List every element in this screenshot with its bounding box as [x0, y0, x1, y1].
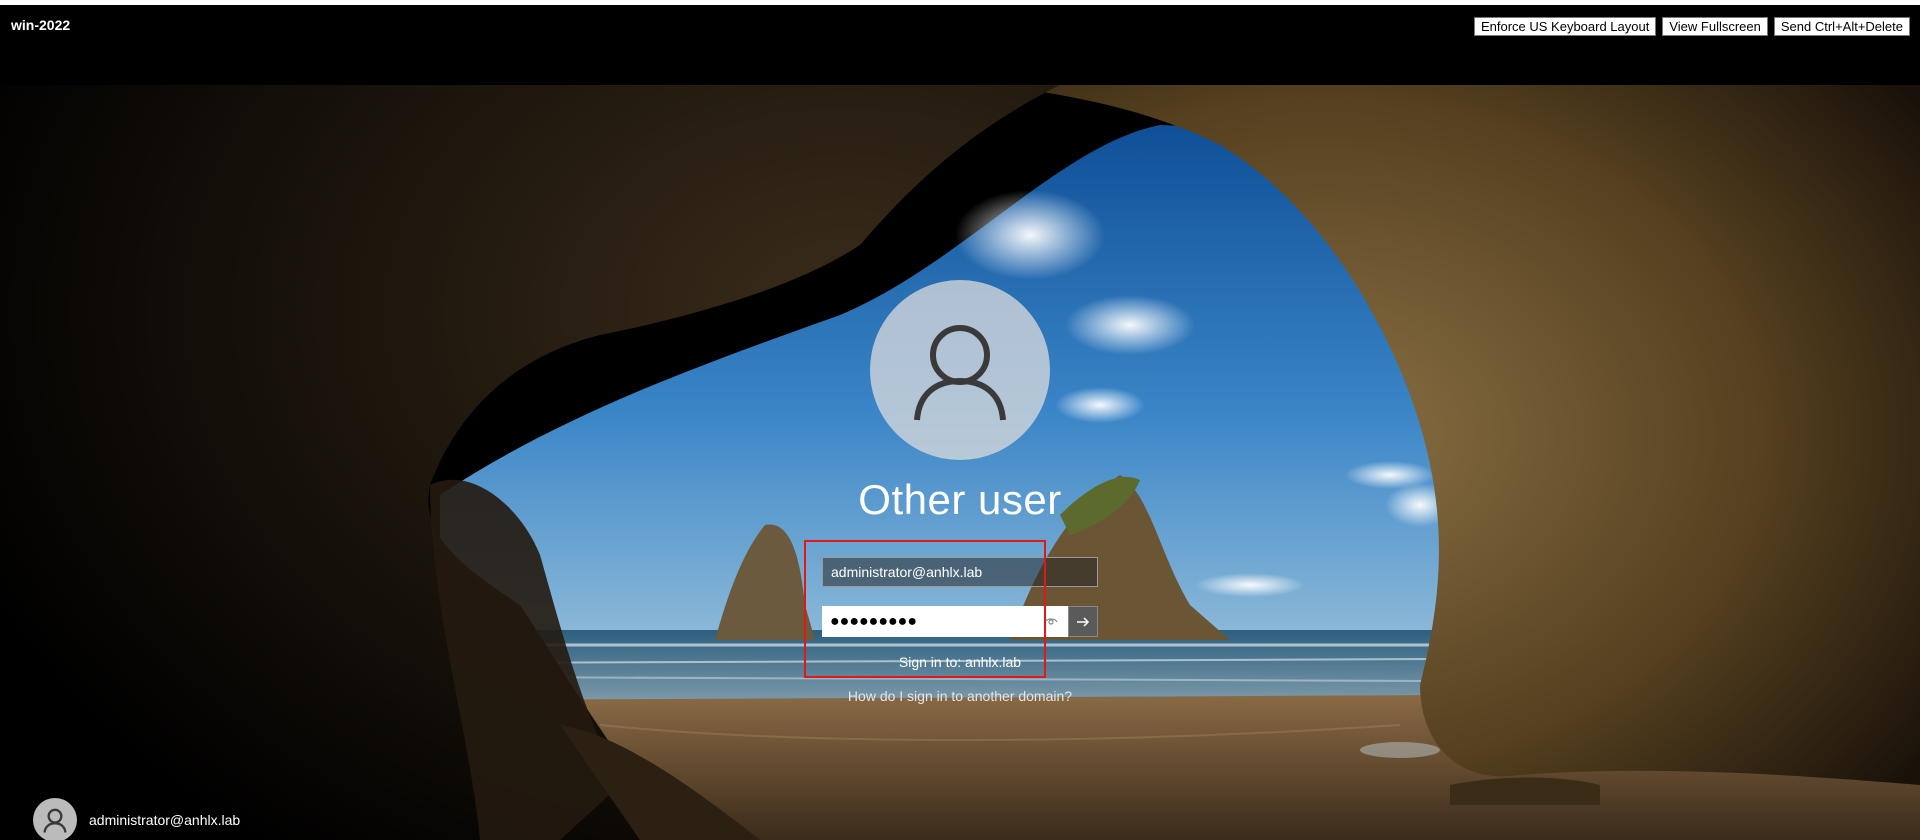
arrow-right-icon: [1077, 616, 1090, 627]
bottom-user-tile[interactable]: administrator@anhlx.lab: [33, 798, 240, 840]
password-input[interactable]: [822, 606, 1068, 637]
remote-desktop-page: win-2022 Enforce US Keyboard Layout View…: [0, 0, 1920, 840]
lockscreen-background: [0, 85, 1920, 840]
username-input[interactable]: [822, 557, 1098, 587]
toolbar-buttons: Enforce US Keyboard Layout View Fullscre…: [1473, 17, 1910, 36]
user-avatar-small: [33, 798, 77, 840]
user-avatar: [870, 280, 1050, 460]
other-domain-link[interactable]: How do I sign in to another domain?: [760, 688, 1160, 704]
user-title: Other user: [858, 476, 1062, 523]
user-silhouette-icon: [914, 325, 1006, 421]
cave-beach-scene: [0, 85, 1920, 840]
view-fullscreen-button[interactable]: View Fullscreen: [1662, 17, 1768, 36]
enforce-us-keyboard-button[interactable]: Enforce US Keyboard Layout: [1473, 17, 1657, 36]
submit-button[interactable]: [1068, 606, 1098, 637]
user-silhouette-icon: [43, 808, 67, 833]
bottom-user-name: administrator@anhlx.lab: [89, 812, 241, 828]
password-row: [822, 606, 1098, 637]
eye-icon[interactable]: [1044, 614, 1058, 628]
sign-in-domain-text: Sign in to: anhlx.lab: [898, 654, 1022, 670]
host-title: win-2022: [11, 17, 71, 33]
send-ctrl-alt-delete-button[interactable]: Send Ctrl+Alt+Delete: [1773, 17, 1910, 36]
remote-session-toolbar: win-2022 Enforce US Keyboard Layout View…: [0, 5, 1920, 85]
